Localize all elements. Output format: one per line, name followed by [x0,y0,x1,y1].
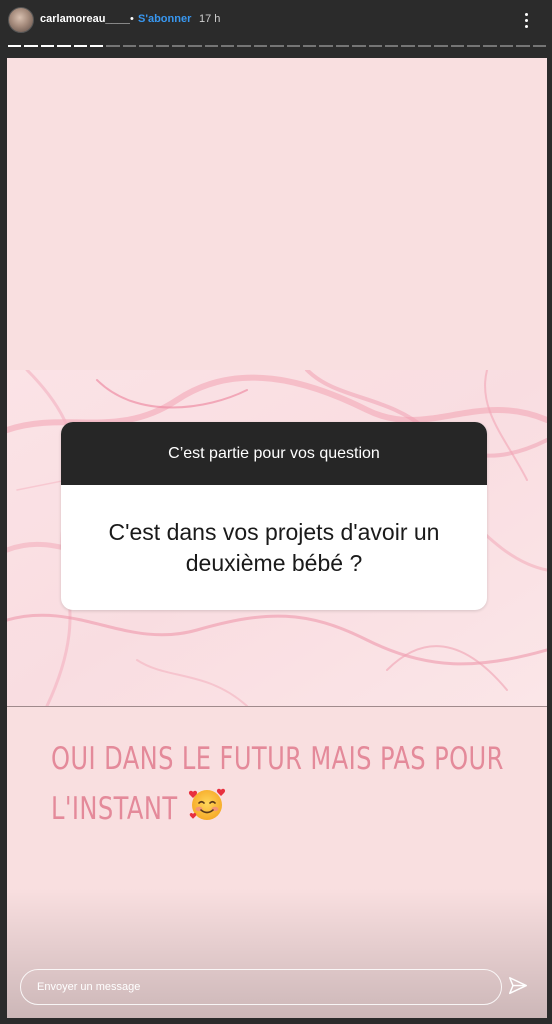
section-divider [7,706,547,707]
progress-segment [188,45,202,47]
progress-segment [24,45,38,47]
answer-text: OUI DANS LE FUTUR MAIS PAS POUR L'INSTAN… [51,734,519,834]
follow-button[interactable]: S'abonner [138,13,191,25]
story-progress [8,45,546,47]
progress-segment [171,45,186,47]
progress-segment [221,45,235,47]
progress-segment [8,45,22,47]
progress-segment [352,45,366,47]
answer-line-2: L'INSTANT [51,791,178,827]
progress-segment [73,45,87,47]
answer-line-1: OUI DANS LE FUTUR MAIS PAS POUR [51,741,504,777]
progress-segment [335,45,350,47]
smiling-face-with-hearts-icon [188,788,226,820]
more-vertical-icon[interactable] [516,8,536,32]
message-input[interactable]: Envoyer un message [20,969,502,1005]
progress-segment [237,45,251,47]
story-viewer: carlamoreau____ • S'abonner 17 h C’est p… [0,0,552,1024]
progress-segment [466,45,481,47]
progress-segment [483,45,497,47]
progress-segment [57,45,71,47]
progress-segment [286,45,301,47]
progress-segment [499,45,514,47]
progress-segment [40,45,55,47]
progress-segment [89,45,104,47]
timestamp: 17 h [199,13,221,25]
progress-segment [417,45,432,47]
question-text: C'est dans vos projets d'avoir un deuxiè… [108,518,440,576]
progress-segment [204,45,219,47]
progress-segment [122,45,137,47]
progress-segment [139,45,153,47]
progress-segment [155,45,169,47]
paper-plane-icon[interactable] [507,975,529,997]
story-header: carlamoreau____ • S'abonner 17 h [0,0,552,42]
progress-segment [303,45,317,47]
progress-segment [270,45,284,47]
message-input-placeholder: Envoyer un message [37,981,141,993]
story-content[interactable]: C’est partie pour vos question C'est dan… [7,58,547,1018]
separator-dot: • [130,13,134,25]
question-sticker-prompt: C’est partie pour vos question [61,422,487,485]
username[interactable]: carlamoreau____ [40,13,130,25]
progress-segment [253,45,268,47]
avatar[interactable] [8,7,34,33]
progress-segment [319,45,333,47]
progress-segment [450,45,464,47]
progress-segment [384,45,399,47]
progress-segment [516,45,530,47]
progress-segment [368,45,382,47]
progress-segment [532,45,546,47]
progress-segment [106,45,120,47]
progress-segment [434,45,448,47]
progress-segment [401,45,415,47]
question-sticker[interactable]: C’est partie pour vos question C'est dan… [61,422,487,610]
